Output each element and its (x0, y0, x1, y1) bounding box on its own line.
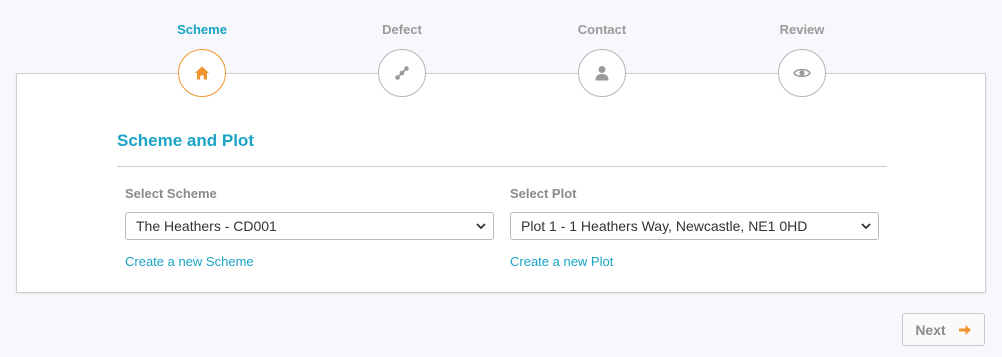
plot-select[interactable]: Plot 1 - 1 Heathers Way, Newcastle, NE1 … (510, 212, 879, 240)
scheme-select-value: The Heathers - CD001 (136, 218, 277, 234)
step-circle[interactable] (578, 49, 626, 97)
create-plot-link[interactable]: Create a new Plot (510, 254, 613, 269)
create-scheme-link[interactable]: Create a new Scheme (125, 254, 254, 269)
step-label: Scheme (177, 22, 227, 37)
plot-label: Select Plot (510, 186, 577, 201)
plot-select-value: Plot 1 - 1 Heathers Way, Newcastle, NE1 … (521, 218, 808, 234)
step-label: Contact (577, 22, 627, 37)
next-button[interactable]: Next (902, 313, 985, 346)
chevron-down-icon (861, 223, 871, 230)
step-label: Defect (382, 22, 422, 37)
step-circle[interactable] (778, 49, 826, 97)
section-title: Scheme and Plot (117, 131, 254, 150)
arrow-right-icon (958, 324, 971, 335)
step-circle[interactable] (378, 49, 426, 97)
eye-icon (793, 68, 811, 78)
user-icon (595, 66, 609, 81)
link-icon (395, 66, 409, 80)
home-icon (195, 66, 209, 80)
scheme-label: Select Scheme (125, 186, 217, 201)
step-label: Review (779, 22, 825, 37)
section-divider (117, 166, 887, 167)
scheme-select[interactable]: The Heathers - CD001 (125, 212, 494, 240)
chevron-down-icon (476, 223, 486, 230)
step-circle[interactable] (178, 49, 226, 97)
next-button-label: Next (915, 321, 946, 338)
